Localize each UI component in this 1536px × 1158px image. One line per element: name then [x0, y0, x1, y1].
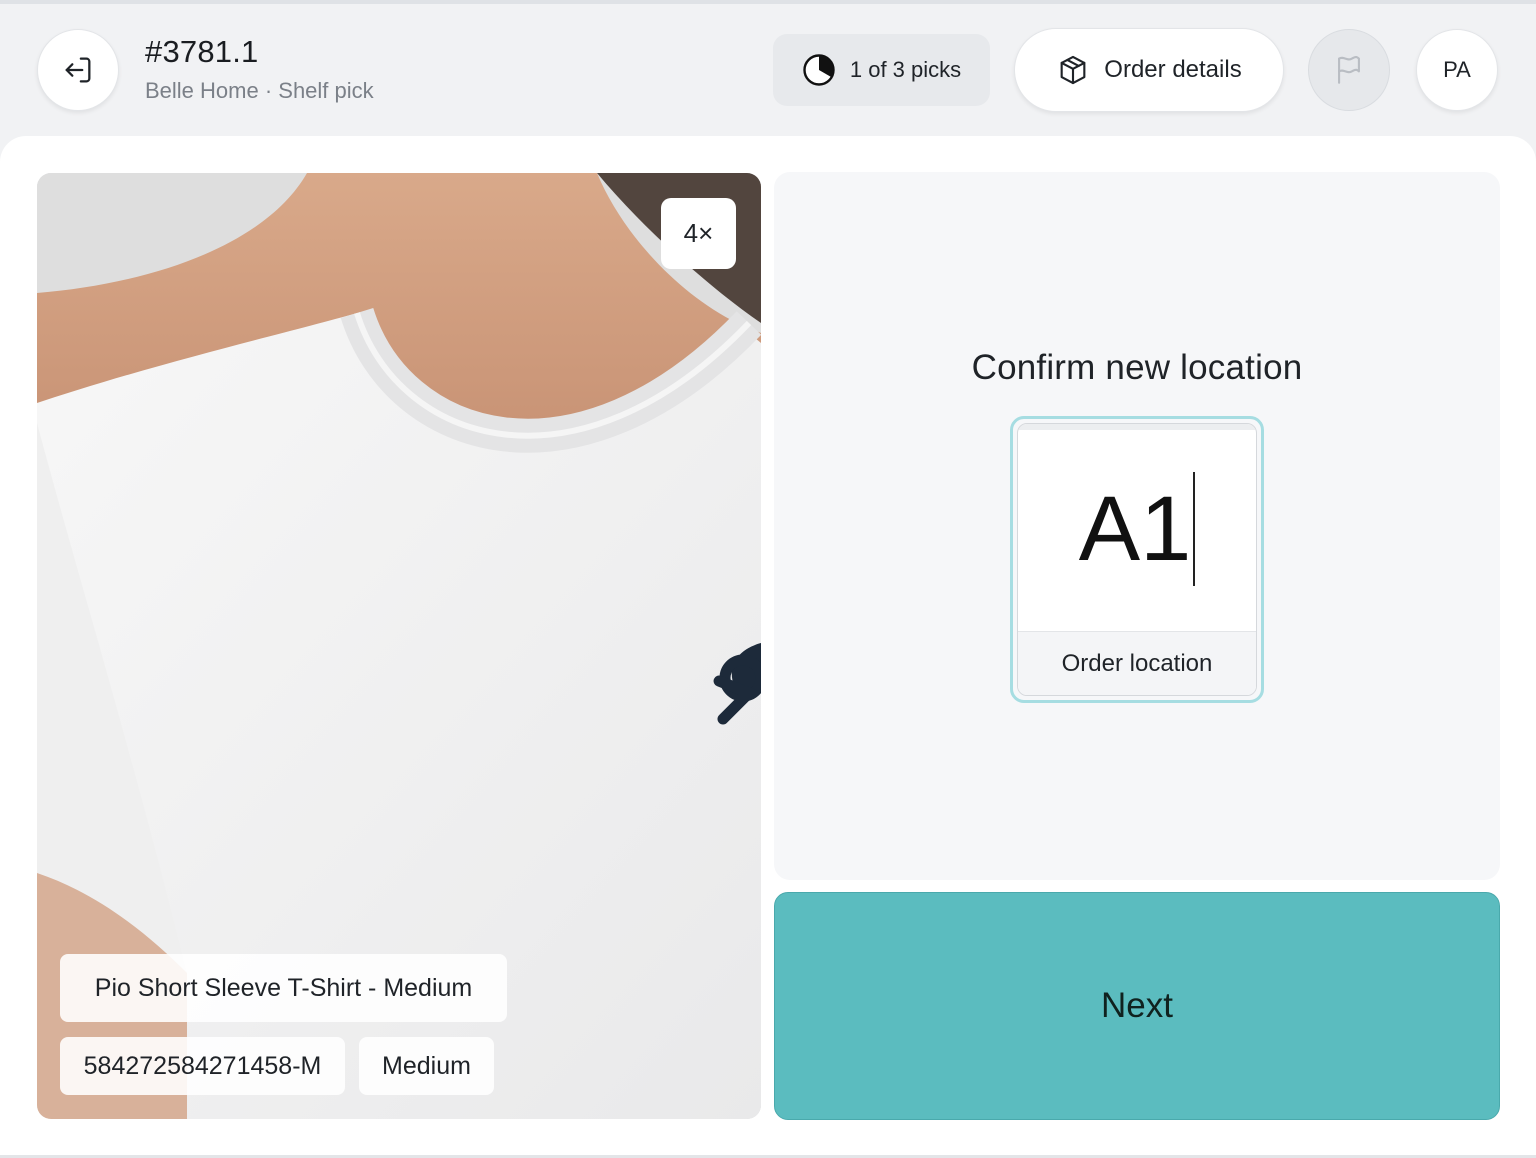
avatar-initials: PA — [1443, 57, 1471, 82]
location-input-box[interactable]: A1 Order location — [1010, 416, 1264, 703]
quantity-value: 4× — [683, 218, 714, 248]
page-header: #3781.1 Belle Home · Shelf pick 1 of 3 p… — [0, 4, 1536, 136]
product-size-chip: Medium — [359, 1037, 494, 1095]
next-button-label: Next — [1101, 986, 1173, 1025]
location-input-value[interactable]: A1 — [1079, 477, 1192, 582]
order-details-label: Order details — [1104, 56, 1242, 83]
picks-progress-pill: 1 of 3 picks — [773, 34, 990, 106]
order-id: #3781.1 — [145, 34, 259, 69]
exit-button[interactable] — [37, 29, 119, 111]
flag-icon — [1338, 55, 1360, 84]
flag-button[interactable] — [1308, 29, 1390, 111]
picks-progress-label: 1 of 3 picks — [849, 57, 962, 82]
product-image-panel: 4× Pio Short Sleeve T-Shirt - Medium 584… — [37, 173, 761, 1119]
package-icon — [1060, 55, 1086, 85]
exit-icon — [65, 57, 91, 83]
product-sku-chip: 584272584271458-M — [60, 1037, 345, 1095]
product-name-chip: Pio Short Sleeve T-Shirt - Medium — [60, 954, 507, 1022]
location-input-topbar — [1018, 424, 1256, 430]
quantity-badge: 4× — [661, 198, 736, 269]
location-input-value-wrap[interactable]: A1 — [1018, 464, 1256, 594]
pie-progress-icon — [803, 54, 835, 86]
product-name: Pio Short Sleeve T-Shirt - Medium — [94, 973, 473, 1002]
order-details-button[interactable]: Order details — [1014, 28, 1284, 112]
order-title-block: #3781.1 Belle Home · Shelf pick — [145, 34, 374, 104]
location-input-inner[interactable]: A1 Order location — [1017, 423, 1257, 696]
text-caret — [1193, 472, 1196, 586]
location-input-label: Order location — [1018, 631, 1256, 695]
product-size: Medium — [382, 1051, 471, 1080]
order-subtitle: Belle Home · Shelf pick — [145, 78, 374, 103]
next-button[interactable]: Next — [774, 892, 1500, 1120]
confirm-location-title: Confirm new location — [971, 348, 1303, 387]
product-sku: 584272584271458-M — [83, 1051, 322, 1080]
user-avatar-button[interactable]: PA — [1416, 29, 1498, 111]
confirm-location-panel: Confirm new location A1 Order location — [774, 172, 1500, 880]
